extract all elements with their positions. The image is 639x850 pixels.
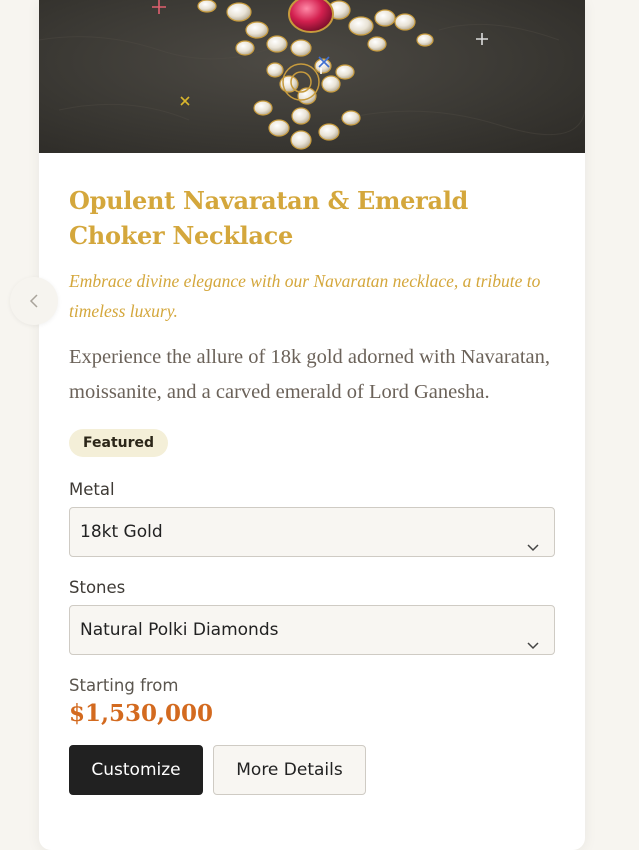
product-image	[39, 0, 585, 153]
chevron-left-icon	[29, 294, 38, 308]
product-price: $1,530,000	[69, 700, 214, 727]
metal-label: Metal	[69, 480, 115, 499]
product-page: Opulent Navaratan & Emerald Choker Neckl…	[0, 0, 639, 850]
product-tagline: Embrace divine elegance with our Navarat…	[69, 271, 541, 321]
action-buttons: Customize More Details	[69, 745, 555, 795]
product-info: Opulent Navaratan & Emerald Choker Neckl…	[69, 153, 555, 795]
metal-select[interactable]: 18kt Gold	[69, 507, 555, 557]
product-title: Opulent Navaratan & Emerald Choker Neckl…	[69, 186, 469, 250]
chevron-down-icon	[526, 525, 540, 552]
featured-badge: Featured	[69, 429, 169, 457]
chevron-down-icon	[526, 623, 540, 650]
metal-selected-value: 18kt Gold	[80, 522, 163, 542]
more-details-button[interactable]: More Details	[213, 745, 366, 795]
carousel-prev-button[interactable]	[10, 277, 58, 325]
customize-button[interactable]: Customize	[69, 745, 203, 795]
stones-label: Stones	[69, 578, 126, 597]
stones-select[interactable]: Natural Polki Diamonds	[69, 605, 555, 655]
product-card: Opulent Navaratan & Emerald Choker Neckl…	[39, 0, 585, 850]
stones-selected-value: Natural Polki Diamonds	[80, 620, 279, 640]
starting-from-label: Starting from	[69, 676, 179, 695]
product-description: Experience the allure of 18k gold adorne…	[69, 346, 550, 403]
